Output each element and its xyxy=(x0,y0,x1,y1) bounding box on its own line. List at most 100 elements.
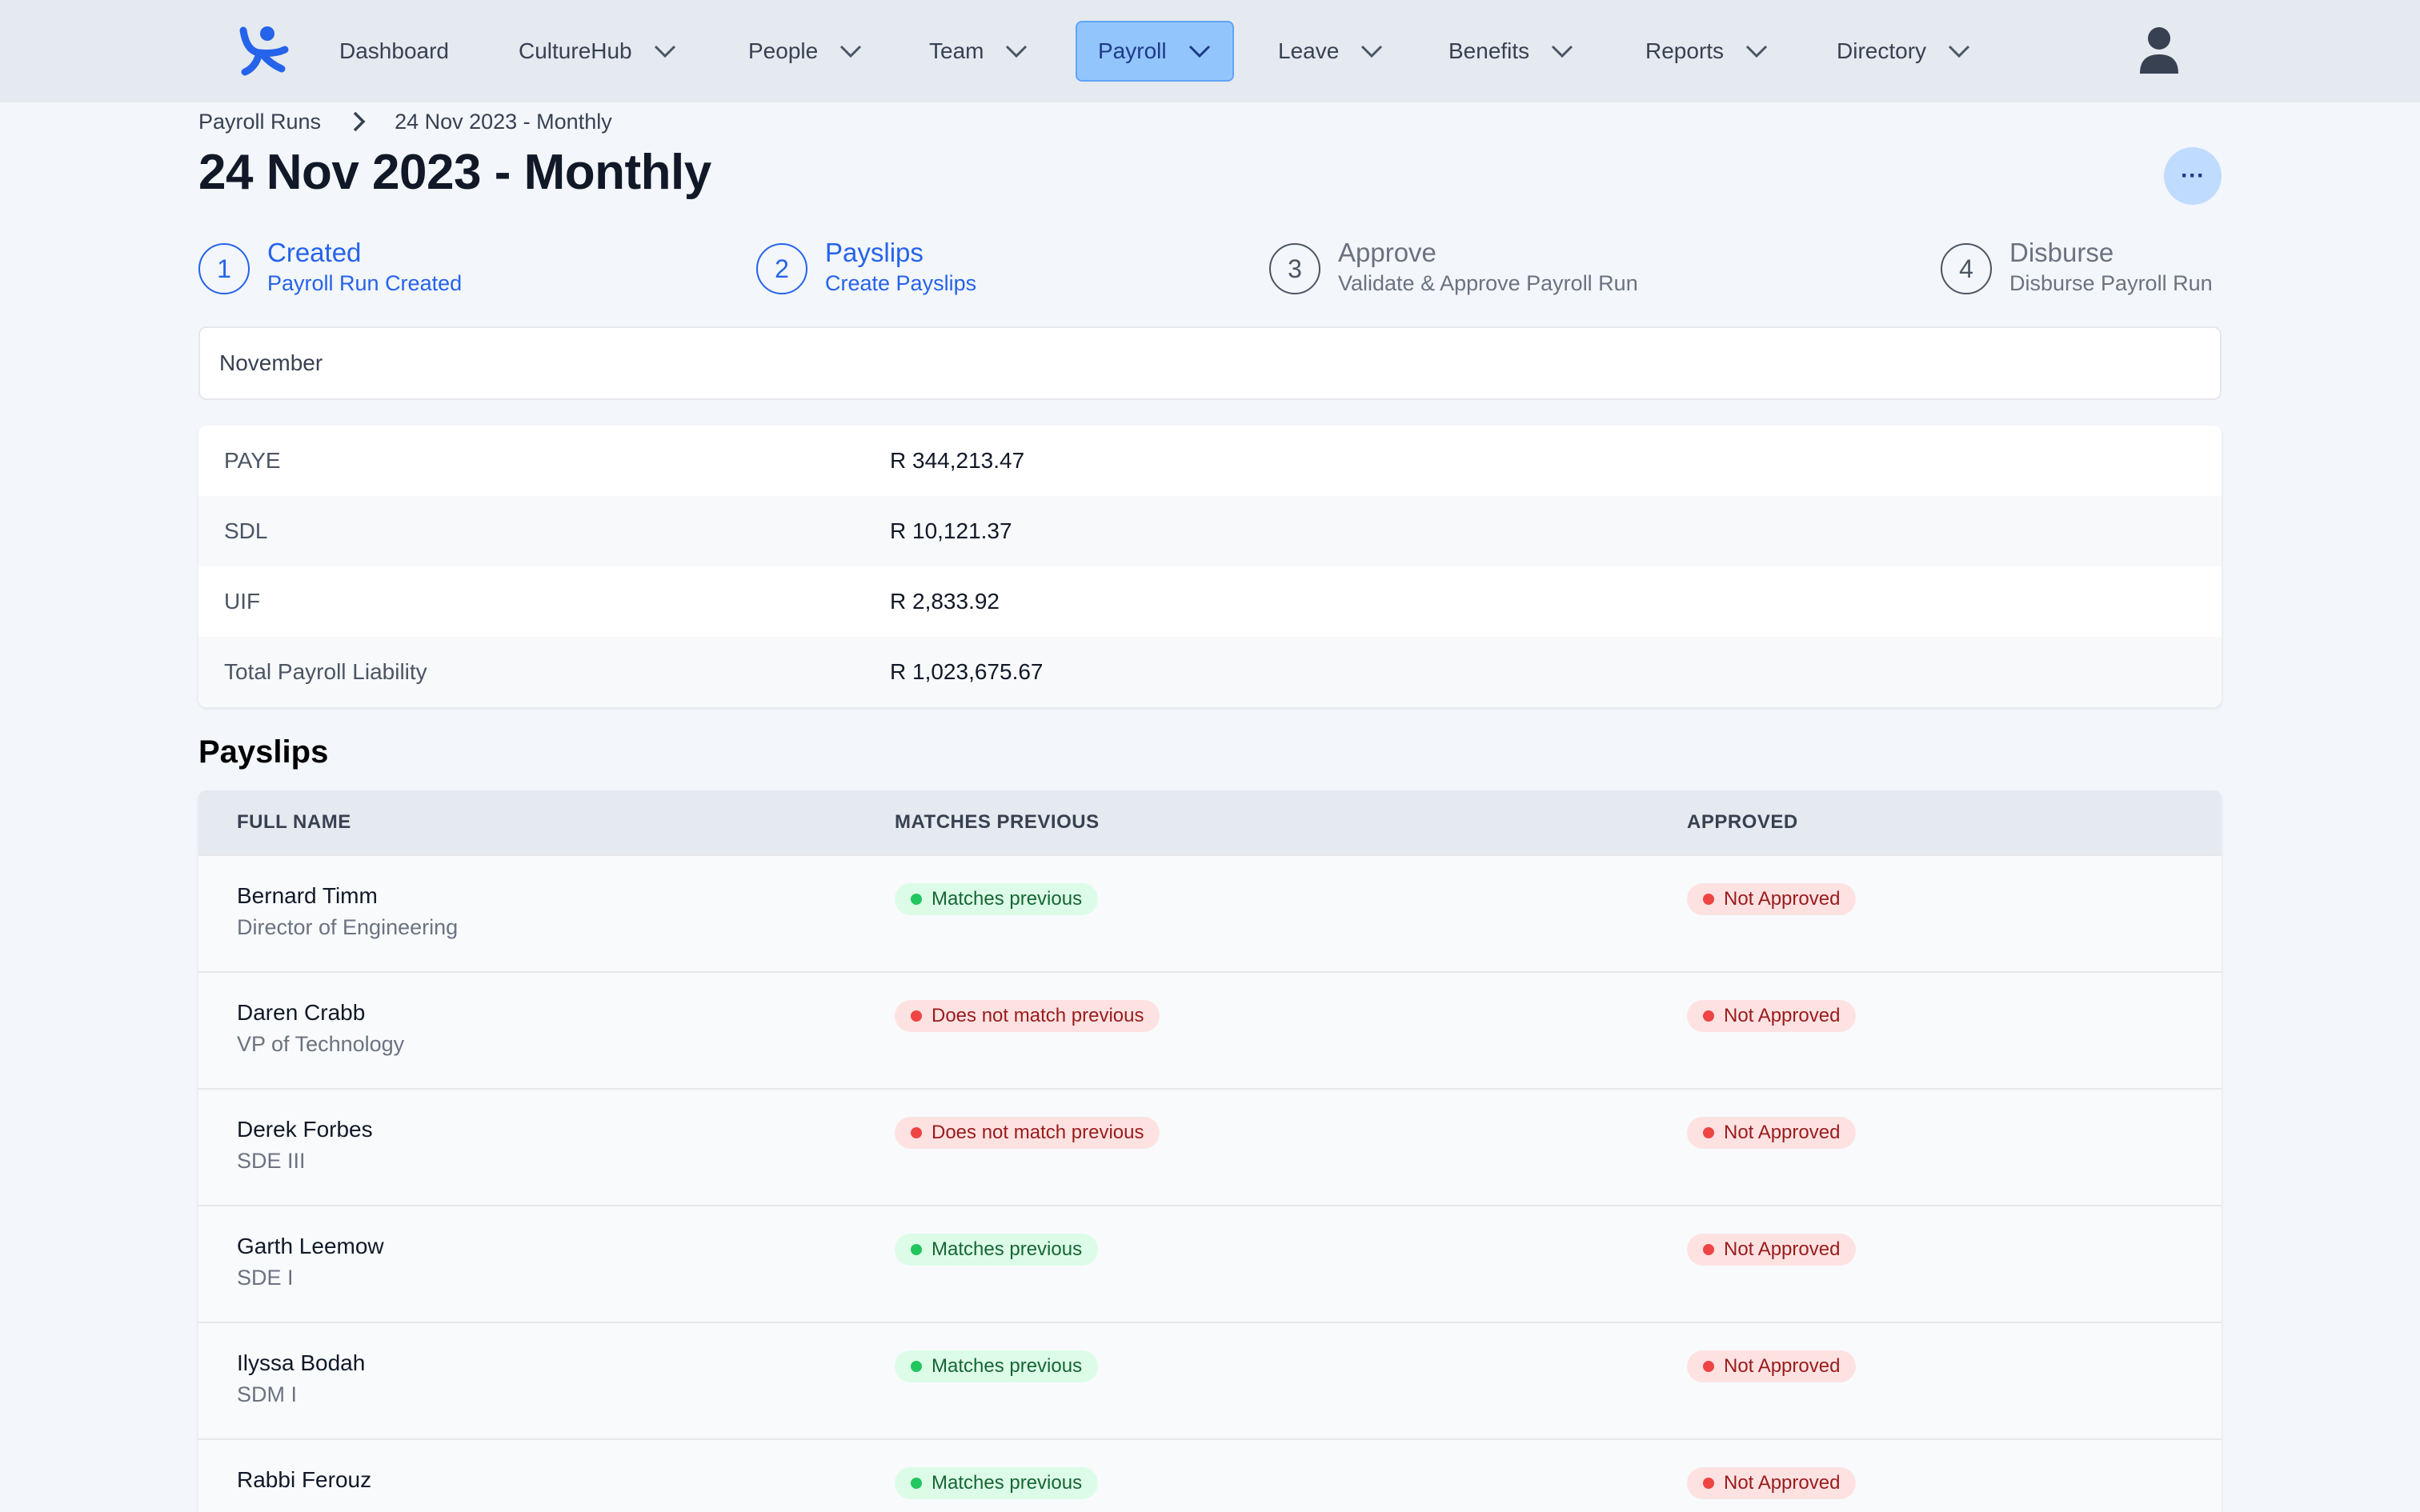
column-header-approved[interactable]: APPROVED xyxy=(1687,811,1798,834)
approval-status-badge: Not Approved xyxy=(1687,1234,1857,1266)
approval-status-badge: Not Approved xyxy=(1687,1350,1857,1382)
month-select[interactable]: November xyxy=(198,326,2222,400)
match-status-label: Does not match previous xyxy=(932,1122,1144,1143)
summary-value: R 344,213.47 xyxy=(890,448,1025,473)
table-row[interactable]: Daren Crabb VP of Technology Does not matc… xyxy=(198,971,2222,1088)
approval-status-label: Not Approved xyxy=(1724,1005,1841,1026)
nav-people[interactable]: People xyxy=(748,21,863,82)
dot-icon xyxy=(911,1127,922,1138)
page-title: 24 Nov 2023 - Monthly xyxy=(198,145,711,200)
step-subtitle: Create Payslips xyxy=(825,271,977,295)
match-status-badge: Matches previous xyxy=(895,1234,1099,1266)
breadcrumb: Payroll Runs 24 Nov 2023 - Monthly xyxy=(198,109,612,134)
nav-benefits[interactable]: Benefits xyxy=(1448,21,1574,82)
approval-status-label: Not Approved xyxy=(1724,1472,1841,1494)
chevron-down-icon xyxy=(840,45,862,58)
step-payslips[interactable]: 2 Payslips Create Payslips xyxy=(756,237,976,298)
employee-name[interactable]: Bernard Timm xyxy=(237,883,378,909)
match-status-label: Matches previous xyxy=(932,888,1083,910)
more-options-button[interactable]: ··· xyxy=(2164,147,2222,205)
employee-role: SDE III xyxy=(237,1149,306,1173)
column-header-matches-previous[interactable]: MATCHES PREVIOUS xyxy=(895,811,1100,834)
app-logo-icon[interactable] xyxy=(235,22,293,80)
match-status-label: Matches previous xyxy=(932,1355,1083,1377)
dot-icon xyxy=(911,1478,922,1489)
nav-reports[interactable]: Reports xyxy=(1645,21,1769,82)
step-disburse[interactable]: 4 Disburse Disburse Payroll Run xyxy=(1941,237,2213,298)
step-title: Approve xyxy=(1338,238,1436,267)
payslips-table: FULL NAME MATCHES PREVIOUS APPROVED Bern… xyxy=(198,790,2222,1512)
employee-name[interactable]: Rabbi Ferouz xyxy=(237,1467,371,1493)
table-row[interactable]: Derek Forbes SDE III Does not match previo… xyxy=(198,1088,2222,1205)
dot-icon xyxy=(911,1361,922,1372)
employee-name[interactable]: Ilyssa Bodah xyxy=(237,1350,365,1376)
summary-row-uif: UIF R 2,833.92 xyxy=(198,566,2222,637)
payroll-summary-table: PAYE R 344,213.47 SDL R 10,121.37 UIF R … xyxy=(198,426,2222,707)
nav-dashboard[interactable]: Dashboard xyxy=(339,21,449,82)
summary-row-total: Total Payroll Liability R 1,023,675.67 xyxy=(198,637,2222,707)
dot-icon xyxy=(1703,1361,1714,1372)
match-status-badge: Does not match previous xyxy=(895,1117,1160,1149)
nav-directory[interactable]: Directory xyxy=(1837,21,1971,82)
employee-name[interactable]: Garth Leemow xyxy=(237,1234,384,1259)
table-row[interactable]: Garth Leemow SDE I Matches previous Not App… xyxy=(198,1205,2222,1322)
chevron-down-icon xyxy=(1948,45,1970,58)
approval-status-label: Not Approved xyxy=(1724,1122,1841,1143)
step-title: Payslips xyxy=(825,238,924,267)
step-approve[interactable]: 3 Approve Validate & Approve Payroll Run xyxy=(1269,237,1638,298)
nav-label: Directory xyxy=(1837,38,1927,63)
match-status-label: Matches previous xyxy=(932,1238,1083,1260)
match-status-label: Does not match previous xyxy=(932,1005,1144,1026)
chevron-right-icon xyxy=(353,111,366,132)
summary-label: PAYE xyxy=(224,448,281,473)
nav-team[interactable]: Team xyxy=(929,21,1028,82)
approval-status-label: Not Approved xyxy=(1724,1238,1841,1260)
user-icon[interactable] xyxy=(2137,24,2182,75)
nav-label: Reports xyxy=(1645,38,1725,63)
step-subtitle: Payroll Run Created xyxy=(267,271,463,295)
nav-label: Benefits xyxy=(1448,38,1530,63)
approval-status-badge: Not Approved xyxy=(1687,883,1857,915)
table-row[interactable]: Bernard Timm Director of Engineering Match… xyxy=(198,854,2222,971)
summary-value: R 10,121.37 xyxy=(890,518,1012,543)
table-row[interactable]: Ilyssa Bodah SDM I Matches previous Not App… xyxy=(198,1322,2222,1438)
summary-label: UIF xyxy=(224,589,261,614)
chevron-down-icon xyxy=(1006,45,1028,58)
summary-label: SDL xyxy=(224,518,268,543)
top-navbar: Dashboard CultureHub People Team Payroll… xyxy=(0,0,2420,102)
table-body: Bernard Timm Director of Engineering Match… xyxy=(198,854,2222,1512)
match-status-badge: Does not match previous xyxy=(895,1000,1160,1032)
step-created[interactable]: 1 Created Payroll Run Created xyxy=(198,237,462,298)
dot-icon xyxy=(1703,1244,1714,1255)
summary-value: R 1,023,675.67 xyxy=(890,659,1044,684)
breadcrumb-current: 24 Nov 2023 - Monthly xyxy=(395,109,612,134)
step-number: 3 xyxy=(1269,243,1320,294)
match-status-label: Matches previous xyxy=(932,1472,1083,1494)
nav-label: Payroll xyxy=(1098,38,1167,63)
nav-payroll[interactable]: Payroll xyxy=(1076,21,1234,82)
employee-name[interactable]: Derek Forbes xyxy=(237,1117,373,1142)
approval-status-badge: Not Approved xyxy=(1687,1000,1857,1032)
nav-leave[interactable]: Leave xyxy=(1278,21,1384,82)
step-number: 1 xyxy=(198,243,250,294)
employee-name[interactable]: Daren Crabb xyxy=(237,1000,365,1026)
dot-icon xyxy=(1703,894,1714,905)
chevron-down-icon xyxy=(1745,45,1768,58)
table-header: FULL NAME MATCHES PREVIOUS APPROVED xyxy=(198,790,2222,854)
employee-role: VP of Technology xyxy=(237,1032,405,1056)
employee-role: Director of Engineering xyxy=(237,915,459,939)
step-number: 4 xyxy=(1941,243,1992,294)
dot-icon xyxy=(911,894,922,905)
nav-label: Team xyxy=(929,38,984,63)
month-select-value: November xyxy=(219,350,323,375)
match-status-badge: Matches previous xyxy=(895,883,1099,915)
table-row[interactable]: Rabbi Ferouz Matches previous Not Approved xyxy=(198,1438,2222,1512)
dot-icon xyxy=(1703,1010,1714,1022)
column-header-full-name[interactable]: FULL NAME xyxy=(237,811,351,834)
breadcrumb-parent[interactable]: Payroll Runs xyxy=(198,110,321,134)
step-subtitle: Validate & Approve Payroll Run xyxy=(1338,271,1638,295)
nav-culturehub[interactable]: CultureHub xyxy=(519,21,677,82)
nav-label: Dashboard xyxy=(339,38,449,63)
match-status-badge: Matches previous xyxy=(895,1467,1099,1499)
summary-row-sdl: SDL R 10,121.37 xyxy=(198,496,2222,566)
